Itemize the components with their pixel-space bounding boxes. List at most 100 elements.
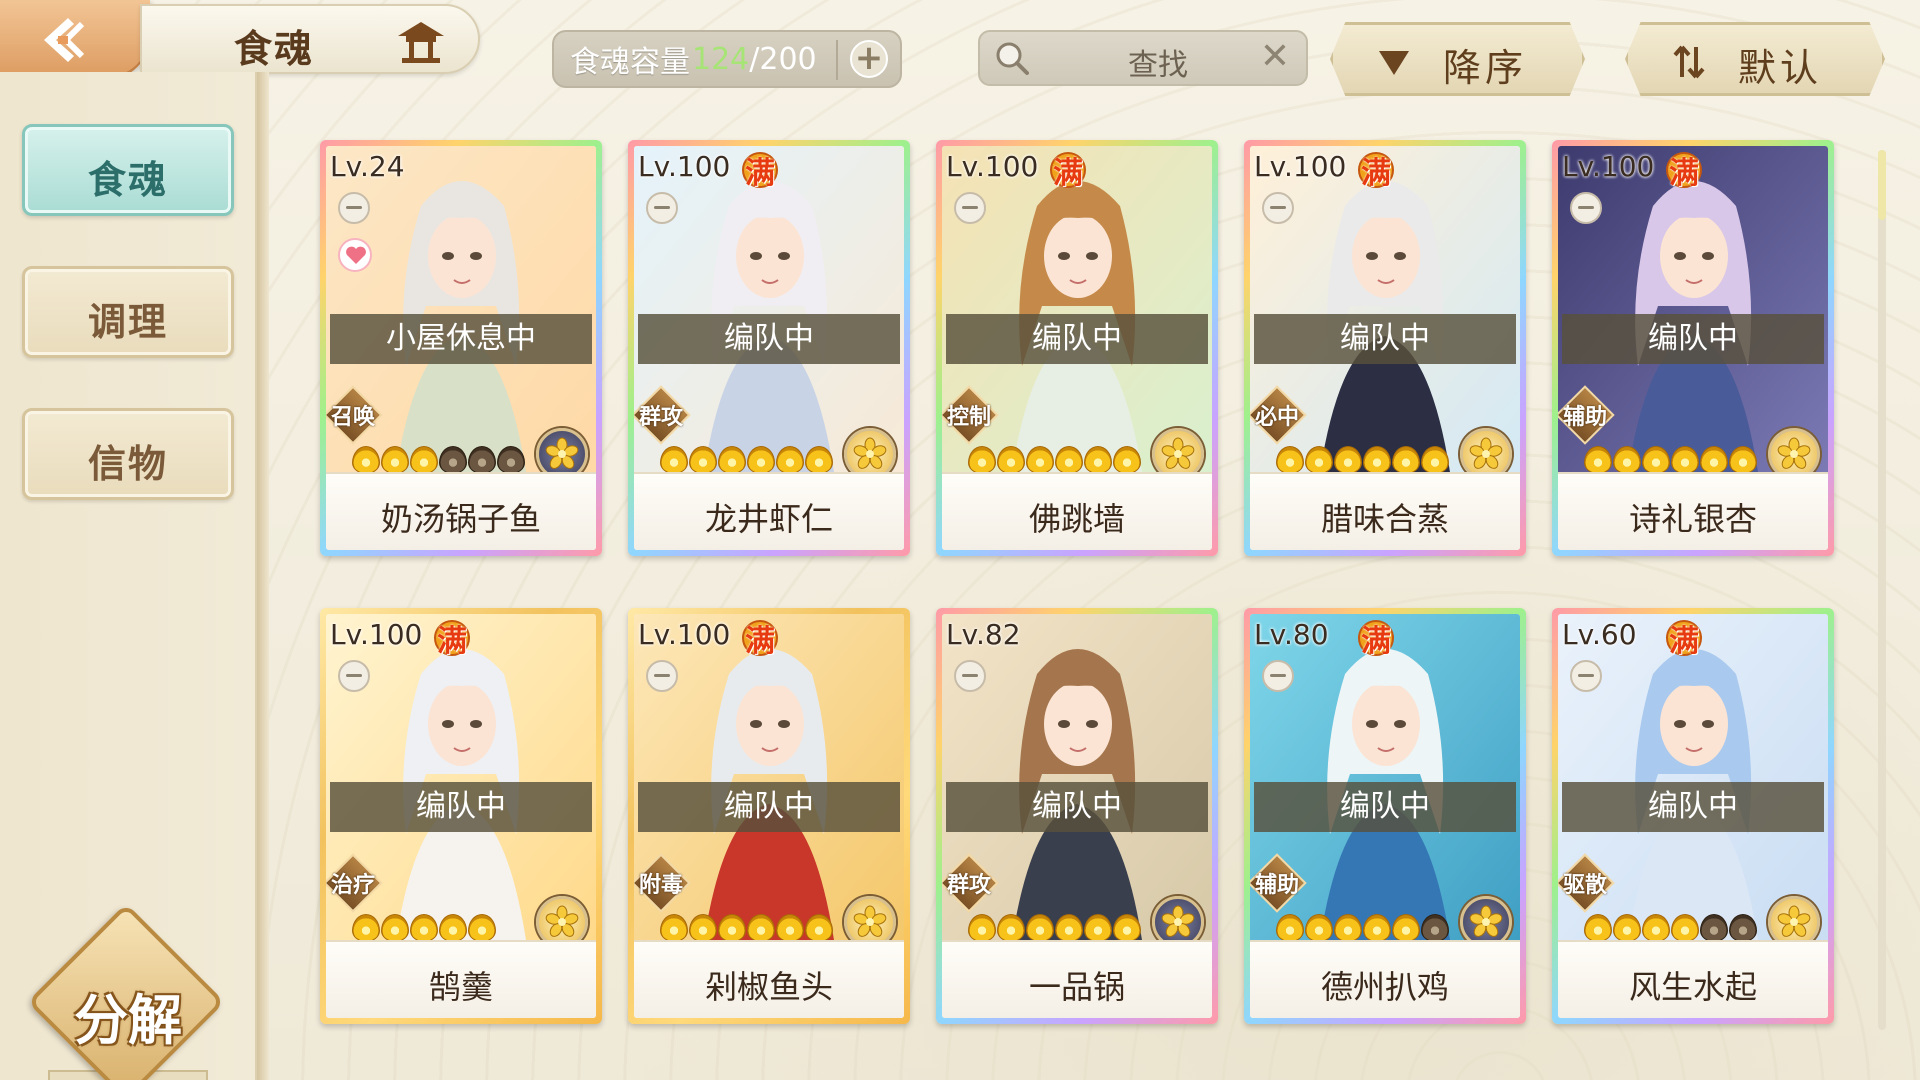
sidebar-item-label: 调理	[87, 300, 168, 344]
star-filled-icon	[805, 446, 833, 474]
star-filled-icon	[1334, 446, 1362, 474]
role-badge: 附毒	[634, 853, 691, 913]
star-filled-icon	[1671, 914, 1699, 942]
star-filled-icon	[439, 914, 467, 942]
card-body: Lv.60 满 编队中 驱散 风生水起	[1558, 614, 1828, 1018]
pavilion-icon[interactable]	[392, 16, 450, 66]
food-soul-card[interactable]: Lv.100 满 编队中 附毒 剁椒鱼头	[628, 608, 910, 1024]
star-empty-icon	[439, 446, 467, 474]
star-filled-icon	[718, 446, 746, 474]
star-filled-icon	[352, 446, 380, 474]
food-soul-card[interactable]: Lv.100 满 编队中 辅助 诗礼银杏	[1552, 140, 1834, 556]
sort-order-label: 降序	[1443, 46, 1528, 90]
search-box[interactable]: 查找 ✕	[978, 30, 1308, 86]
star-filled-icon	[1026, 914, 1054, 942]
status-banner: 编队中	[638, 782, 900, 832]
sidebar-item-conditioning[interactable]: 调理	[22, 266, 234, 358]
level-label: Lv.24	[330, 150, 405, 183]
role-label: 辅助	[1254, 873, 1299, 898]
level-label: Lv.80	[1254, 618, 1329, 651]
star-filled-icon	[1613, 914, 1641, 942]
bowl-icon[interactable]	[954, 192, 986, 224]
bowl-icon[interactable]	[1262, 660, 1294, 692]
role-label: 召唤	[330, 405, 375, 430]
food-soul-card[interactable]: Lv.100 满 编队中 治疗 鹄羹	[320, 608, 602, 1024]
sidebar-item-keepsake[interactable]: 信物	[22, 408, 234, 500]
card-name-bar: 佛跳墙	[942, 472, 1212, 550]
sort-order-button[interactable]: 降序	[1330, 22, 1585, 96]
role-badge: 群攻	[634, 385, 691, 445]
character-name: 奶汤锅子鱼	[380, 500, 541, 538]
scrollbar-thumb[interactable]	[1878, 150, 1886, 220]
add-capacity-button[interactable]: +	[850, 40, 888, 78]
status-banner: 编队中	[1254, 314, 1516, 364]
bowl-icon[interactable]	[338, 192, 370, 224]
role-badge: 辅助	[1558, 385, 1615, 445]
clear-search-icon[interactable]: ✕	[1260, 36, 1290, 77]
food-soul-card[interactable]: Lv.24 小屋休息中 召唤 奶汤锅子鱼	[320, 140, 602, 556]
capacity-divider	[836, 40, 838, 80]
food-soul-card[interactable]: Lv.100 满 编队中 控制 佛跳墙	[936, 140, 1218, 556]
search-input[interactable]: 查找	[1070, 40, 1246, 84]
heart-icon[interactable]	[338, 238, 372, 272]
sidebar-item-food-soul[interactable]: 食魂	[22, 124, 234, 216]
star-rating	[1276, 914, 1449, 942]
capacity-label: 食魂容量	[570, 45, 690, 80]
sort-mode-button[interactable]: 默认	[1625, 22, 1885, 96]
bowl-icon[interactable]	[338, 660, 370, 692]
card-name-bar: 龙井虾仁	[634, 472, 904, 550]
level-label: Lv.100	[1562, 150, 1655, 183]
star-rating	[1584, 914, 1757, 942]
max-level-label: 满	[1361, 156, 1391, 191]
bowl-icon[interactable]	[954, 660, 986, 692]
food-soul-card[interactable]: Lv.100 满 编队中 群攻 龙井虾仁	[628, 140, 910, 556]
role-label: 群攻	[946, 873, 991, 898]
food-soul-card[interactable]: Lv.80 满 编队中 辅助 德州扒鸡	[1244, 608, 1526, 1024]
star-filled-icon	[1421, 446, 1449, 474]
star-filled-icon	[1392, 914, 1420, 942]
star-filled-icon	[1276, 914, 1304, 942]
star-filled-icon	[1055, 446, 1083, 474]
sidebar: 食魂 调理 信物 分解	[0, 72, 269, 1080]
character-name: 一品锅	[1028, 968, 1125, 1006]
bowl-icon[interactable]	[1570, 192, 1602, 224]
card-body: Lv.82 编队中 群攻 一品锅	[942, 614, 1212, 1018]
star-rating	[352, 914, 496, 942]
max-level-badge: 满	[430, 614, 474, 659]
food-soul-card[interactable]: Lv.82 编队中 群攻 一品锅	[936, 608, 1218, 1024]
decompose-button[interactable]: 分解	[27, 903, 225, 1080]
card-body: Lv.100 满 编队中 辅助 诗礼银杏	[1558, 146, 1828, 550]
character-name: 风生水起	[1628, 968, 1757, 1006]
star-filled-icon	[1113, 446, 1141, 474]
scrollbar-track[interactable]	[1878, 150, 1886, 1030]
role-badge: 驱散	[1558, 853, 1615, 913]
back-button[interactable]	[0, 0, 150, 80]
level-label: Lv.60	[1562, 618, 1637, 651]
star-filled-icon	[1584, 446, 1612, 474]
star-filled-icon	[352, 914, 380, 942]
max-level-label: 满	[745, 624, 775, 659]
food-soul-card[interactable]: Lv.100 满 编队中 必中 腊味合蒸	[1244, 140, 1526, 556]
card-body: Lv.100 满 编队中 群攻 龙井虾仁	[634, 146, 904, 550]
bowl-icon[interactable]	[646, 192, 678, 224]
max-level-badge: 满	[738, 614, 782, 659]
card-name-bar: 德州扒鸡	[1250, 940, 1520, 1018]
bowl-icon[interactable]	[1570, 660, 1602, 692]
star-filled-icon	[776, 446, 804, 474]
star-filled-icon	[718, 914, 746, 942]
star-filled-icon	[1642, 446, 1670, 474]
star-filled-icon	[660, 446, 688, 474]
star-filled-icon	[1276, 446, 1304, 474]
star-empty-icon	[497, 446, 525, 474]
max-level-badge: 满	[1046, 146, 1090, 191]
bowl-icon[interactable]	[1262, 192, 1294, 224]
card-name-bar: 诗礼银杏	[1558, 472, 1828, 550]
star-rating	[660, 446, 833, 474]
role-badge: 群攻	[942, 853, 999, 913]
star-rating	[352, 446, 525, 474]
bowl-icon[interactable]	[646, 660, 678, 692]
food-soul-card[interactable]: Lv.60 满 编队中 驱散 风生水起	[1552, 608, 1834, 1024]
capacity-display: 食魂容量 124 / 200 +	[552, 30, 902, 88]
sidebar-item-label: 信物	[87, 442, 168, 486]
capacity-current: 124	[692, 41, 750, 77]
